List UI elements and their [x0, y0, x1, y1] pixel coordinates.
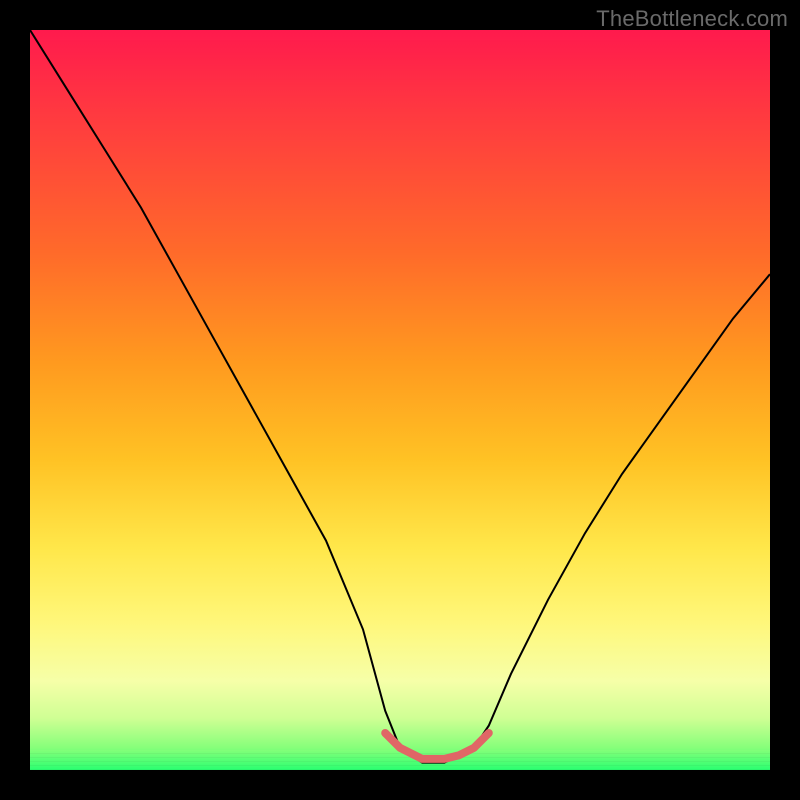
bottleneck-curve — [30, 30, 770, 763]
chart-frame: TheBottleneck.com — [0, 0, 800, 800]
watermark-text: TheBottleneck.com — [596, 6, 788, 32]
chart-svg — [30, 30, 770, 770]
plot-area — [30, 30, 770, 770]
bottom-accent-curve — [385, 733, 489, 759]
